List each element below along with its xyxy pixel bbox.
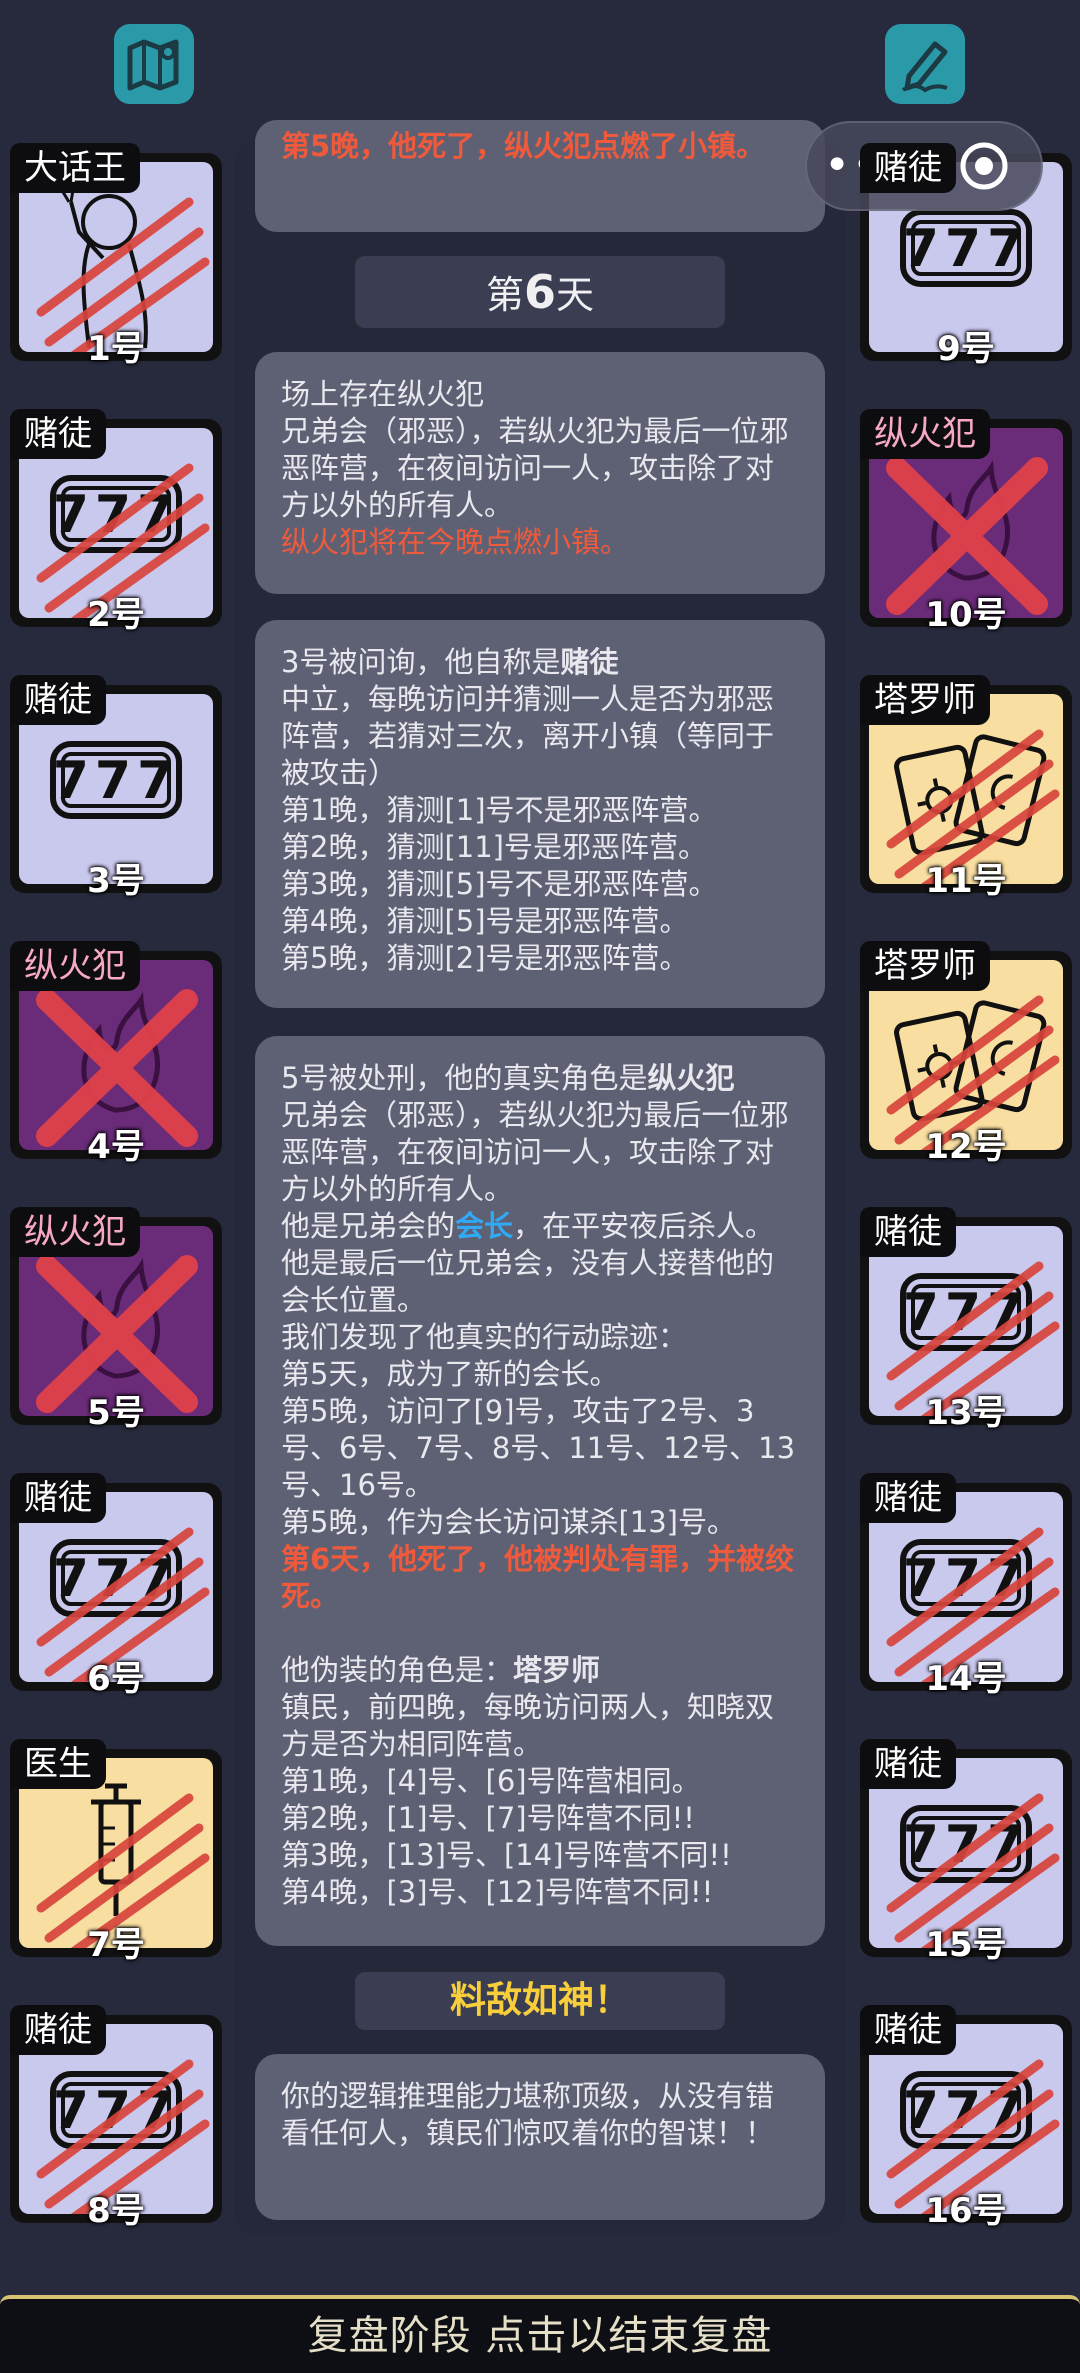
player-number: 7号 [87,1925,145,1965]
log-entry-interrogation: 3号被问询，他自称是赌徒 中立，每晚访问并猜测一人是否为邪恶阵营，若猜对三次，离… [255,620,825,1008]
player-role-label: 赌徒 [860,1473,956,1523]
claim-line: 第1晚，[4]号、[6]号阵营相同。 [281,1764,701,1798]
map-button[interactable] [114,24,194,104]
player-number: 10号 [925,595,1007,635]
previous-night-result: 第5晚，他死了，纵火犯点燃了小镇。 [281,129,766,163]
map-icon [127,39,179,91]
player-card-left-6[interactable]: 777 赌徒 6号 [10,1473,222,1699]
true-role: 纵火犯 [647,1061,735,1095]
pen-icon [901,41,948,93]
player-role-label: 赌徒 [10,2005,106,2055]
praise-title: 料敌如神！ [355,1972,725,2030]
guess-line: 第3晚，猜测[5]号不是邪恶阵营。 [281,867,718,901]
player-card-right-8[interactable]: 777 赌徒 16号 [860,2005,1072,2231]
player-number: 6号 [87,1659,145,1699]
player-card-left-2[interactable]: 777 赌徒 2号 [10,409,222,635]
claim-line: 第3晚，[13]号、[14]号阵营不同!! [281,1838,732,1872]
player-role-label: 赌徒 [860,1739,956,1789]
svg-text:777: 777 [903,219,1030,279]
claimed-role: 赌徒 [560,645,619,679]
player-number: 3号 [87,861,145,901]
player-number: 9号 [937,329,995,369]
claim-line: 第4晚，[3]号、[12]号阵营不同!! [281,1875,714,1909]
guess-line: 第2晚，猜测[11]号是邪恶阵营。 [281,830,707,864]
player-role-label: 赌徒 [10,1473,106,1523]
log-entry-execution: 5号被处刑，他的真实角色是纵火犯 兄弟会（邪恶），若纵火犯为最后一位邪恶阵营，在… [255,1036,825,1946]
log-entry-evaluation: 你的逻辑推理能力堪称顶级，从没有错看任何人，镇民们惊叹着你的智谋！！ [255,2054,825,2220]
target-icon [960,142,1008,190]
player-number: 11号 [925,861,1007,901]
guess-line: 第4晚，猜测[5]号是邪恶阵营。 [281,904,689,938]
player-number: 1号 [87,329,145,369]
player-card-left-4[interactable]: 纵火犯 4号 [10,941,222,1167]
claim-line: 第2晚，[1]号、[7]号阵营不同!! [281,1801,695,1835]
player-role-label: 纵火犯 [10,941,140,991]
log-entry-previous: 第5晚，他死了，纵火犯点燃了小镇。 [255,120,825,232]
player-card-left-7[interactable]: 医生 7号 [10,1739,222,1965]
player-role-label: 赌徒 [10,409,106,459]
player-number: 4号 [87,1127,145,1167]
player-card-left-5[interactable]: 纵火犯 5号 [10,1207,222,1433]
player-card-right-2[interactable]: 纵火犯 10号 [860,409,1072,635]
player-card-left-1[interactable]: 大话王 1号 [10,143,222,369]
guess-line: 第1晚，猜测[1]号不是邪恶阵营。 [281,793,718,827]
player-card-right-4[interactable]: 塔罗师 12号 [860,941,1072,1167]
death-notice: 第6天，他死了，他被判处有罪，并被绞死。 [281,1542,795,1613]
player-number: 16号 [925,2191,1007,2231]
player-card-left-3[interactable]: 777 赌徒 3号 [10,675,222,901]
player-role-label: 纵火犯 [860,409,990,459]
player-number: 2号 [87,595,145,635]
player-number: 8号 [87,2191,145,2231]
player-card-right-5[interactable]: 777 赌徒 13号 [860,1207,1072,1433]
player-card-right-7[interactable]: 777 赌徒 15号 [860,1739,1072,1965]
leader-keyword[interactable]: 会长 [455,1209,513,1243]
day-number: 6 [523,265,556,319]
player-number: 13号 [925,1393,1007,1433]
player-role-label: 塔罗师 [860,675,990,725]
notes-button[interactable] [885,24,965,104]
disguise-role: 塔罗师 [513,1653,601,1687]
player-role-label: 赌徒 [860,1207,956,1257]
player-role-label: 赌徒 [860,2005,956,2055]
guess-line: 第5晚，猜测[2]号是邪恶阵营。 [281,941,689,975]
player-card-left-8[interactable]: 777 赌徒 8号 [10,2005,222,2231]
player-role-label: 塔罗师 [860,941,990,991]
player-role-label: 赌徒 [10,675,106,725]
player-role-label: 纵火犯 [10,1207,140,1257]
player-role-label: 赌徒 [860,143,956,193]
player-number: 12号 [925,1127,1007,1167]
end-review-button[interactable]: 复盘阶段 点击以结束复盘 [0,2295,1080,2373]
svg-text:777: 777 [53,751,180,811]
player-role-label: 大话王 [10,143,140,193]
player-card-right-3[interactable]: 塔罗师 11号 [860,675,1072,901]
player-number: 5号 [87,1393,145,1433]
day-banner: 第6天 [355,256,725,328]
log-entry-arsonist-present: 场上存在纵火犯 兄弟会（邪恶），若纵火犯为最后一位邪恶阵营，在夜间访问一人，攻击… [255,352,825,594]
player-number: 14号 [925,1659,1007,1699]
player-role-label: 医生 [10,1739,106,1789]
player-card-right-6[interactable]: 777 赌徒 14号 [860,1473,1072,1699]
player-number: 15号 [925,1925,1007,1965]
